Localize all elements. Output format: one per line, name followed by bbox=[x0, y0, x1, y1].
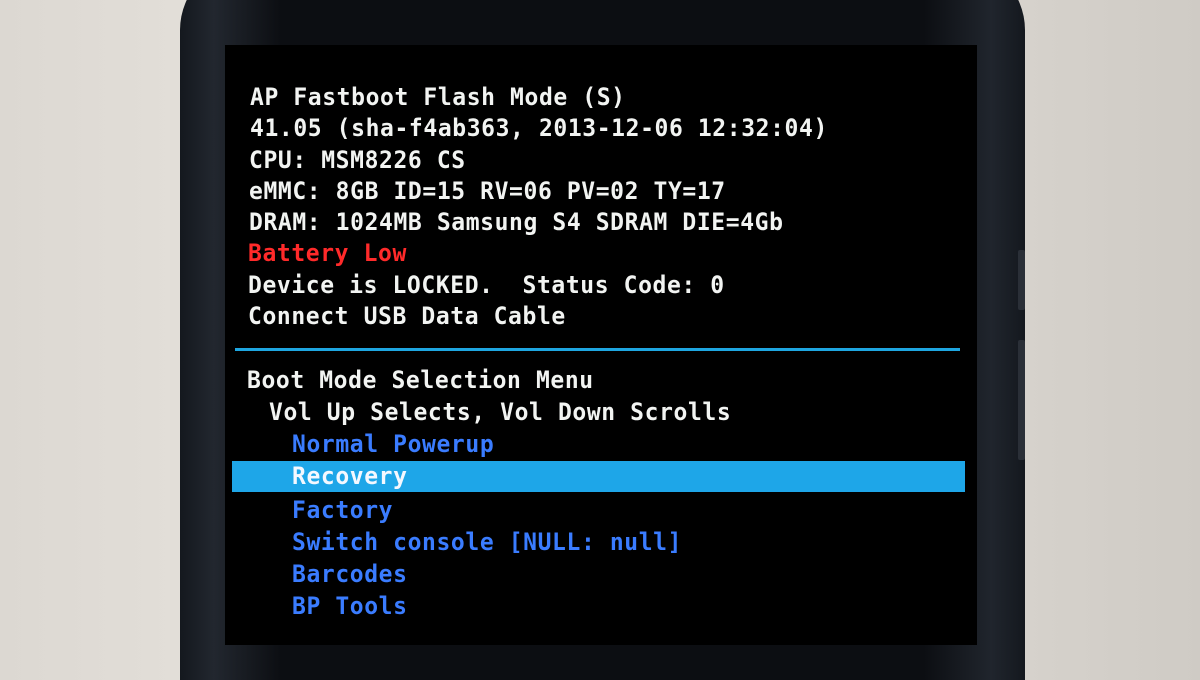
section-divider bbox=[235, 348, 960, 351]
bootloader-version: 41.05 (sha-f4ab363, 2013-12-06 12:32:04) bbox=[250, 115, 828, 143]
battery-warning: Battery Low bbox=[248, 240, 407, 268]
usb-message: Connect USB Data Cable bbox=[248, 303, 566, 331]
menu-item-factory[interactable]: Factory bbox=[292, 495, 393, 526]
boot-menu-title: Boot Mode Selection Menu bbox=[247, 367, 594, 395]
fastboot-mode-title: AP Fastboot Flash Mode (S) bbox=[250, 84, 626, 112]
power-button[interactable] bbox=[1018, 250, 1025, 310]
dram-info: DRAM: 1024MB Samsung S4 SDRAM DIE=4Gb bbox=[249, 209, 784, 237]
volume-button[interactable] bbox=[1018, 340, 1025, 460]
menu-item-switch-console[interactable]: Switch console [NULL: null] bbox=[292, 527, 682, 558]
cpu-info: CPU: MSM8226 CS bbox=[249, 147, 466, 175]
menu-item-bp-tools[interactable]: BP Tools bbox=[292, 591, 408, 622]
menu-item-recovery[interactable]: Recovery bbox=[292, 461, 408, 492]
menu-item-normal-powerup[interactable]: Normal Powerup bbox=[292, 429, 494, 460]
menu-item-barcodes[interactable]: Barcodes bbox=[292, 559, 408, 590]
emmc-info: eMMC: 8GB ID=15 RV=06 PV=02 TY=17 bbox=[249, 178, 726, 206]
lock-status: Device is LOCKED. Status Code: 0 bbox=[248, 272, 725, 300]
boot-menu-instructions: Vol Up Selects, Vol Down Scrolls bbox=[269, 399, 732, 427]
